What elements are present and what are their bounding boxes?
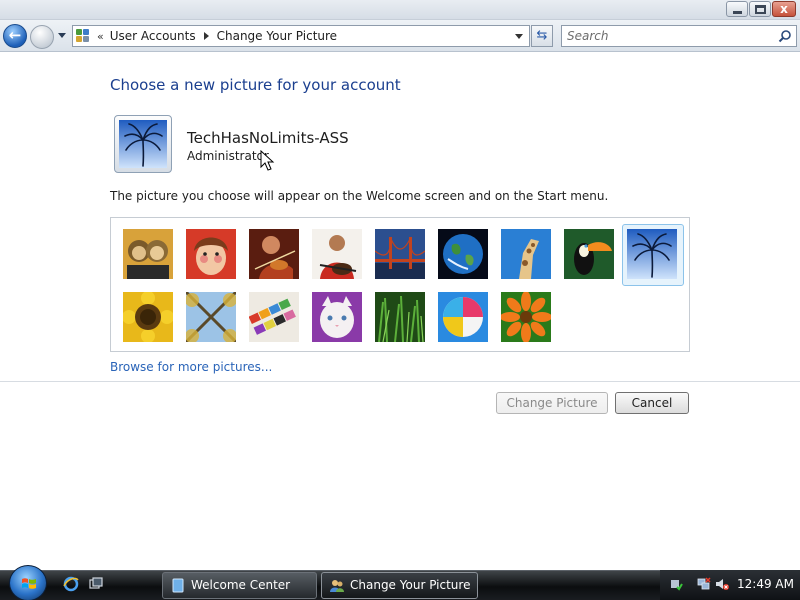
maximize-icon — [755, 5, 766, 14]
user-accounts-icon — [330, 580, 344, 592]
toucan-picture — [564, 229, 614, 279]
violinist-picture — [249, 229, 299, 279]
network-icon[interactable] — [697, 577, 711, 591]
picture-tile-giraffe[interactable] — [501, 229, 551, 279]
task-label: Change Your Picture — [350, 578, 471, 592]
volume-muted-icon[interactable] — [715, 577, 729, 591]
page-title: Choose a new picture for your account — [110, 76, 401, 94]
navigation-bar: ← « User Accounts Change Your Picture ⇆ — [0, 20, 800, 52]
sunflower-picture — [122, 291, 174, 343]
divider — [0, 381, 800, 382]
user-role: Administrator — [187, 149, 269, 163]
picture-tile-bridge[interactable] — [374, 229, 426, 279]
address-bar[interactable]: « User Accounts Change Your Picture — [72, 25, 530, 47]
guitarist-picture — [312, 229, 362, 279]
taskbar-button-welcome-center[interactable]: Welcome Center — [162, 572, 317, 599]
browse-pictures-link[interactable]: Browse for more pictures... — [110, 360, 272, 374]
picture-tile-cat[interactable] — [312, 292, 362, 342]
picture-tile-violinist[interactable] — [249, 229, 299, 279]
picture-description: The picture you choose will appear on th… — [110, 189, 609, 203]
close-icon: x — [780, 2, 788, 16]
picture-tile-monkeys[interactable] — [123, 229, 173, 279]
control-panel-icon — [76, 29, 90, 43]
back-button[interactable]: ← — [3, 24, 27, 48]
picture-gallery — [110, 217, 690, 352]
close-button[interactable]: x — [772, 1, 796, 17]
current-picture-palm — [119, 120, 167, 168]
orange-flower-picture — [500, 291, 552, 343]
windows-logo-icon — [22, 578, 36, 589]
beach-ball-picture — [438, 292, 488, 342]
cat-picture — [312, 292, 362, 342]
picture-tile-sunflower[interactable] — [122, 291, 174, 343]
minimize-button[interactable] — [726, 1, 748, 17]
internet-explorer-icon[interactable] — [63, 576, 79, 592]
picture-tile-guitarist[interactable] — [312, 229, 362, 279]
picture-tile-earth[interactable] — [438, 229, 488, 279]
avatar — [114, 115, 172, 173]
bridge-picture — [374, 229, 426, 279]
welcome-center-icon — [172, 578, 184, 593]
minimize-icon — [733, 11, 742, 14]
breadcrumb-overflow[interactable]: « — [97, 30, 104, 43]
paint-palette-picture — [248, 292, 299, 342]
address-dropdown-icon[interactable] — [515, 34, 523, 39]
picture-tile-palm[interactable] — [622, 224, 684, 286]
user-name: TechHasNoLimits-ASS — [187, 129, 349, 147]
window-title-bar: x — [0, 0, 800, 20]
mouse-cursor-icon — [260, 150, 275, 171]
giraffe-picture — [501, 229, 551, 279]
change-picture-button[interactable]: Change Picture — [496, 392, 608, 414]
breadcrumb-change-your-picture[interactable]: Change Your Picture — [217, 29, 337, 43]
monkeys-picture — [123, 229, 173, 279]
start-button[interactable] — [9, 565, 47, 600]
picture-tile-toucan[interactable] — [564, 229, 614, 279]
girl-face-picture — [186, 229, 236, 279]
refresh-button[interactable]: ⇆ — [531, 25, 553, 47]
grass-picture — [375, 292, 425, 343]
refresh-icon: ⇆ — [536, 28, 548, 43]
safely-remove-hardware-icon[interactable] — [669, 577, 683, 591]
cancel-button[interactable]: Cancel — [615, 392, 689, 414]
history-dropdown[interactable] — [58, 33, 66, 38]
picture-tile-beach-ball[interactable] — [438, 292, 488, 342]
breadcrumb-arrow-icon[interactable] — [203, 32, 209, 40]
search-box[interactable] — [561, 25, 797, 47]
breadcrumb-user-accounts[interactable]: User Accounts — [110, 29, 196, 43]
switch-windows-icon[interactable] — [88, 576, 104, 592]
forward-button[interactable] — [30, 25, 54, 49]
earth-picture — [438, 229, 488, 279]
picture-tile-orange-flower[interactable] — [500, 291, 552, 343]
picture-tile-grass[interactable] — [375, 292, 425, 343]
taskbar-button-change-your-picture[interactable]: Change Your Picture — [321, 572, 478, 599]
task-label: Welcome Center — [191, 578, 291, 592]
picture-tile-girl-face[interactable] — [186, 229, 236, 279]
search-icon[interactable] — [778, 29, 792, 43]
back-arrow-icon: ← — [8, 26, 22, 44]
search-input[interactable] — [562, 26, 772, 46]
clock[interactable]: 12:49 AM — [737, 577, 794, 591]
maximize-button[interactable] — [749, 1, 771, 17]
caption-buttons: x — [726, 1, 796, 17]
forest-canopy-picture — [184, 290, 238, 344]
picture-tile-paint-palette[interactable] — [248, 292, 299, 342]
picture-tile-forest-canopy[interactable] — [184, 290, 238, 344]
palm-picture — [627, 229, 677, 279]
